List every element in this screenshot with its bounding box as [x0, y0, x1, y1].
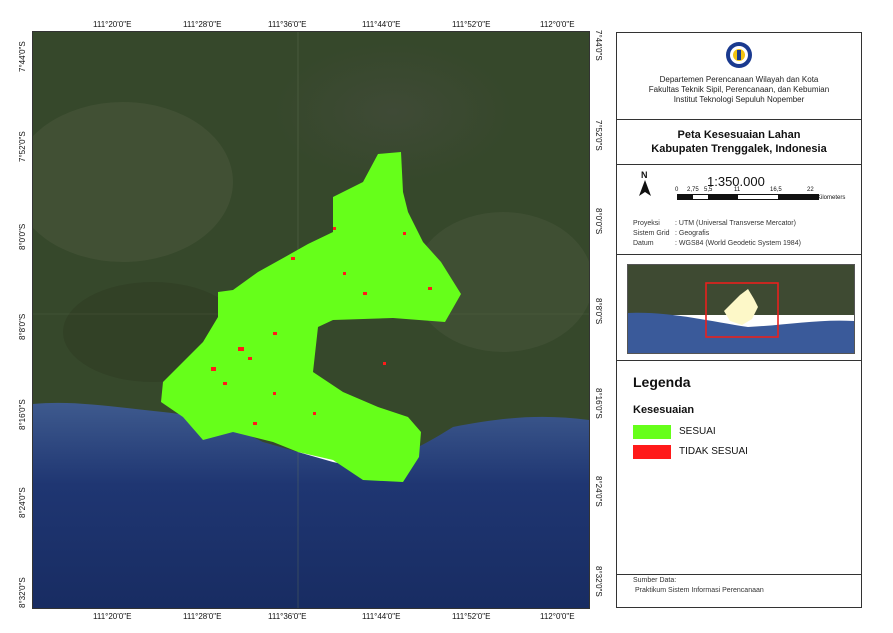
scale-label-3: 11 [734, 187, 741, 193]
scale-label-0: 0 [675, 187, 679, 193]
bottom-tick-3: 111°36'0"E [268, 612, 307, 621]
inset-map-box [617, 254, 861, 361]
north-label: N [641, 170, 648, 180]
top-tick-3: 111°36'0"E [268, 20, 307, 29]
map-info-panel: Departemen Perencanaan Wilayah dan Kota … [616, 32, 862, 608]
info-proyeksi: Proyeksi: UTM (Universal Transverse Merc… [633, 220, 796, 227]
bottom-tick-1: 111°20'0"E [93, 612, 132, 621]
department-name: Departemen Perencanaan Wilayah dan Kota [659, 75, 819, 84]
north-arrow-icon: N [637, 170, 653, 198]
info-sistem-grid: Sistem Grid: Geografis [633, 230, 710, 237]
bottom-tick-5: 111°52'0"E [452, 612, 491, 621]
map-title-box: Peta Kesesuaian Lahan Kabupaten Trenggal… [617, 119, 861, 165]
left-tick-7: 8°32'0"S [18, 577, 27, 608]
bottom-tick-4: 111°44'0"E [362, 612, 401, 621]
top-tick-1: 111°20'0"E [93, 20, 132, 29]
bottom-tick-2: 111°28'0"E [183, 612, 222, 621]
scale-label-4: 16,5 [770, 187, 782, 193]
left-tick-3: 8°0'0"S [18, 223, 27, 250]
legend-label-sesuai: SESUAI [679, 426, 716, 437]
map-frame[interactable] [32, 31, 590, 609]
left-tick-1: 7°44'0"S [18, 41, 27, 72]
legend-box: Legenda Kesesuaian SESUAI TIDAK SESUAI [617, 360, 861, 575]
legend-title: Legenda [633, 374, 691, 390]
top-tick-6: 112°0'0"E [540, 20, 575, 29]
scale-box: N 1:350.000 0 2,75 5,5 11 16,5 22 Kilome… [617, 164, 861, 255]
bottom-tick-6: 112°0'0"E [540, 612, 575, 621]
left-tick-6: 8°24'0"S [18, 487, 27, 518]
inset-map[interactable] [627, 264, 855, 354]
scale-label-2: 5,5 [704, 187, 713, 193]
map-title-line1: Peta Kesesuaian Lahan [677, 129, 801, 141]
scale-bar [677, 194, 819, 200]
right-tick-2: 7°52'0"S [594, 120, 603, 151]
right-tick-1: 7°44'0"S [594, 30, 603, 61]
scale-label-1: 2,75 [687, 187, 699, 193]
scale-label-5: 22 [807, 187, 814, 193]
legend-subtitle: Kesesuaian [633, 404, 695, 416]
institution-header: Departemen Perencanaan Wilayah dan Kota … [617, 33, 861, 120]
right-tick-5: 8°16'0"S [594, 388, 603, 419]
left-tick-2: 7°52'0"S [18, 131, 27, 162]
source-value: Praktikum Sistem Informasi Perencanaan [635, 587, 764, 594]
institute-name: Institut Teknologi Sepuluh Nopember [673, 95, 805, 104]
top-tick-5: 111°52'0"E [452, 20, 491, 29]
top-tick-2: 111°28'0"E [183, 20, 222, 29]
legend-label-tidak-sesuai: TIDAK SESUAI [679, 446, 748, 457]
left-tick-4: 8°8'0"S [18, 313, 27, 340]
map-canvas [33, 32, 589, 608]
right-tick-4: 8°8'0"S [594, 298, 603, 325]
right-tick-3: 8°0'0"S [594, 208, 603, 235]
map-title-line2: Kabupaten Trenggalek, Indonesia [651, 143, 827, 155]
legend-swatch-sesuai [633, 425, 671, 439]
right-tick-7: 8°32'0"S [594, 566, 603, 597]
scale-unit: Kilometers [817, 195, 846, 201]
left-tick-5: 8°16'0"S [18, 399, 27, 430]
info-datum: Datum: WGS84 (World Geodetic System 1984… [633, 240, 801, 247]
its-logo-icon [725, 41, 753, 69]
faculty-name: Fakultas Teknik Sipil, Perencanaan, dan … [648, 85, 830, 94]
source-label: Sumber Data: [633, 577, 677, 584]
right-tick-6: 8°24'0"S [594, 476, 603, 507]
legend-swatch-tidak-sesuai [633, 445, 671, 459]
top-tick-4: 111°44'0"E [362, 20, 401, 29]
